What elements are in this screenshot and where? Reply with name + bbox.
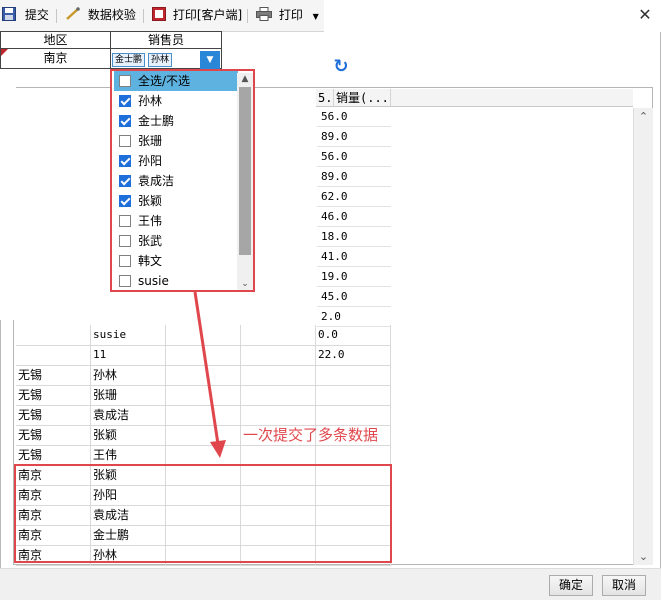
toolbar-separator	[56, 9, 57, 23]
select-all-label: 全选/不选	[138, 74, 191, 88]
checkbox[interactable]	[119, 275, 131, 287]
scroll-down-icon[interactable]: ⌄	[237, 278, 253, 290]
option-label: 金士鹏	[138, 114, 175, 128]
annotation-arrow	[193, 291, 226, 458]
filter-region-value[interactable]: 南京	[0, 48, 111, 69]
checkbox[interactable]	[119, 195, 131, 207]
dropdown-option[interactable]: 袁成洁	[114, 171, 238, 191]
option-label: 张珊	[138, 134, 163, 148]
validate-button[interactable]: 数据校验	[65, 0, 136, 31]
validate-label: 数据校验	[87, 8, 136, 22]
validate-icon	[66, 7, 80, 20]
option-label: susie	[138, 274, 169, 288]
scroll-up-icon[interactable]: ▲	[237, 73, 253, 85]
dropdown-option[interactable]: 金士鹏	[114, 111, 238, 131]
dropdown-toggle-button[interactable]: ▼	[200, 51, 220, 69]
checkbox[interactable]	[119, 235, 131, 247]
print-client-button[interactable]: 打印[客户端]	[152, 0, 242, 31]
ok-button[interactable]: 确定	[549, 575, 593, 596]
checkbox[interactable]	[119, 75, 131, 87]
toolbar-separator	[143, 9, 144, 23]
printer-icon	[256, 7, 272, 21]
selected-tag[interactable]: 金士鹏	[112, 53, 146, 67]
checkbox[interactable]	[119, 175, 131, 187]
dropdown-option[interactable]: 韩文	[114, 251, 238, 271]
filter-salesperson-header: 销售员	[110, 31, 222, 49]
save-icon	[2, 7, 16, 21]
toolbar-separator	[247, 9, 248, 23]
dropdown-scrollbar[interactable]: ▲ ⌄	[237, 73, 253, 290]
submit-button[interactable]: 提交	[2, 0, 49, 31]
checkbox[interactable]	[119, 115, 131, 127]
salesperson-dropdown: 全选/不选 孙林金士鹏张珊孙阳袁成洁张颖王伟张武韩文 susie ▲ ⌄	[110, 69, 255, 292]
checkbox[interactable]	[119, 215, 131, 227]
option-label: 孙林	[138, 94, 163, 108]
checkbox[interactable]	[119, 255, 131, 267]
option-label: 孙阳	[138, 154, 163, 168]
submit-label: 提交	[24, 8, 49, 22]
print-button[interactable]: 打印 ▼	[256, 0, 319, 31]
print-client-label: 打印[客户端]	[172, 8, 243, 22]
selected-tag[interactable]: 孙林	[148, 53, 173, 67]
print-label: 打印	[278, 8, 303, 22]
chevron-down-icon: ▼	[206, 55, 214, 65]
cell-marker-icon	[1, 49, 8, 56]
option-label: 王伟	[138, 214, 163, 228]
option-label: 张武	[138, 234, 163, 248]
dropdown-option[interactable]: 张颖	[114, 191, 238, 211]
dropdown-option[interactable]: susie	[114, 271, 238, 291]
dropdown-option[interactable]: 张珊	[114, 131, 238, 151]
option-label: 袁成洁	[138, 174, 175, 188]
option-label: 韩文	[138, 254, 163, 268]
dropdown-option[interactable]: 孙阳	[114, 151, 238, 171]
toolbar: 提交 数据校验 打印[客户端] 打印 ▼	[0, 0, 324, 32]
print-client-icon	[152, 7, 166, 21]
cancel-button[interactable]: 取消	[602, 575, 646, 596]
checkbox[interactable]	[119, 95, 131, 107]
chevron-down-icon[interactable]: ▼	[313, 12, 319, 21]
filter-region-header: 地区	[0, 31, 111, 49]
scrollbar-thumb[interactable]	[239, 87, 251, 255]
select-all-option[interactable]: 全选/不选	[114, 71, 238, 91]
dropdown-option[interactable]: 张武	[114, 231, 238, 251]
dropdown-option[interactable]: 王伟	[114, 211, 238, 231]
checkbox[interactable]	[119, 155, 131, 167]
checkbox[interactable]	[119, 135, 131, 147]
filter-panel: 地区 销售员 南京	[0, 31, 222, 69]
option-label: 张颖	[138, 194, 163, 208]
dropdown-option[interactable]: 孙林	[114, 91, 238, 111]
